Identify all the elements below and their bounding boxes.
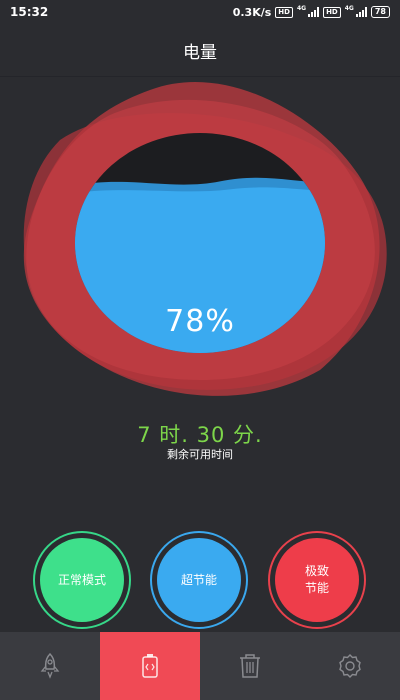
nav-boost[interactable] — [0, 632, 100, 700]
rocket-icon — [40, 653, 60, 679]
extreme-save-button[interactable]: 极致 节能 — [268, 531, 366, 629]
trash-icon — [240, 654, 260, 678]
nav-battery[interactable] — [100, 632, 200, 700]
nav-clean[interactable] — [200, 632, 300, 700]
battery-percent: 78% — [165, 304, 235, 339]
network-type-label: 4G — [296, 4, 307, 12]
remaining-time: 7 时. 30 分. — [137, 423, 263, 447]
battery-icon — [142, 654, 158, 678]
normal-mode-button[interactable]: 正常模式 — [33, 531, 131, 629]
extreme-save-label: 极致 节能 — [275, 538, 359, 622]
network-type-label-2: 4G — [344, 4, 354, 12]
page-title: 电量 — [183, 43, 217, 63]
extreme-label-line2: 节能 — [304, 581, 329, 595]
nav-settings[interactable] — [300, 632, 400, 700]
status-indicators: 0.3K/s HD 4G HD 4G 78 — [232, 4, 390, 19]
battery-gauge: 78% — [0, 80, 400, 410]
battery-status-icon: 78 — [370, 6, 390, 18]
status-bar: 15:32 0.3K/s HD 4G HD 4G 78 — [0, 0, 400, 24]
status-time: 15:32 — [10, 5, 49, 19]
normal-mode-label: 正常模式 — [40, 538, 124, 622]
super-save-label: 超节能 — [157, 538, 241, 622]
signal-icon-2 — [355, 7, 367, 17]
hd-badge-2: HD — [323, 6, 341, 18]
header-divider — [0, 76, 400, 77]
extreme-label-line1: 极致 — [304, 564, 329, 578]
super-save-button[interactable]: 超节能 — [150, 531, 248, 629]
signal-icon — [308, 7, 320, 17]
gauge-graphic — [23, 81, 387, 396]
settings-icon — [339, 654, 361, 678]
remaining-time-caption: 剩余可用时间 — [167, 448, 233, 461]
hd-badge: HD — [275, 6, 293, 18]
bottom-nav — [0, 632, 400, 700]
network-speed: 0.3K/s — [232, 5, 272, 19]
